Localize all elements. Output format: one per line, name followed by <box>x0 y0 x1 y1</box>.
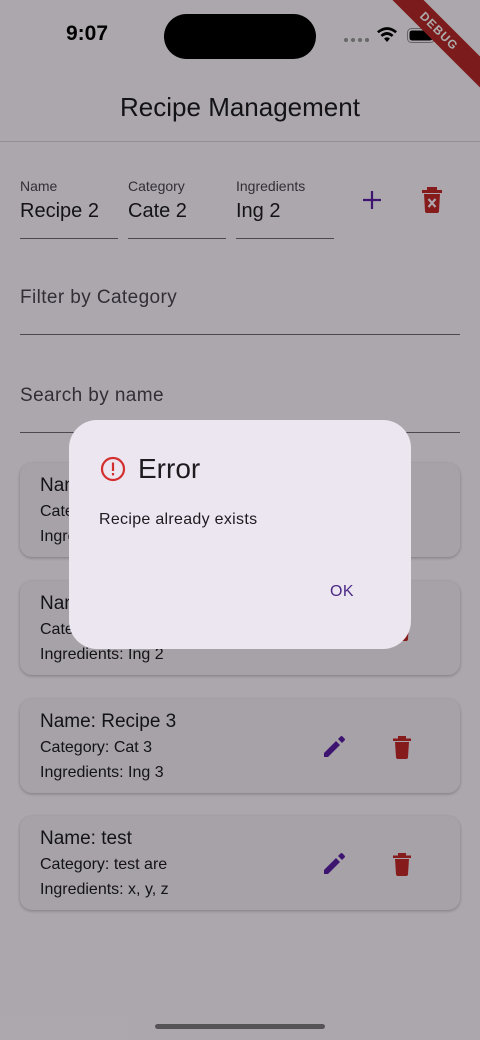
error-outline-icon <box>100 456 126 482</box>
ok-button[interactable]: OK <box>317 572 367 612</box>
dialog-message: Recipe already exists <box>99 511 258 528</box>
error-dialog: Error Recipe already exists OK <box>69 420 411 649</box>
dialog-title: Error <box>138 453 201 484</box>
